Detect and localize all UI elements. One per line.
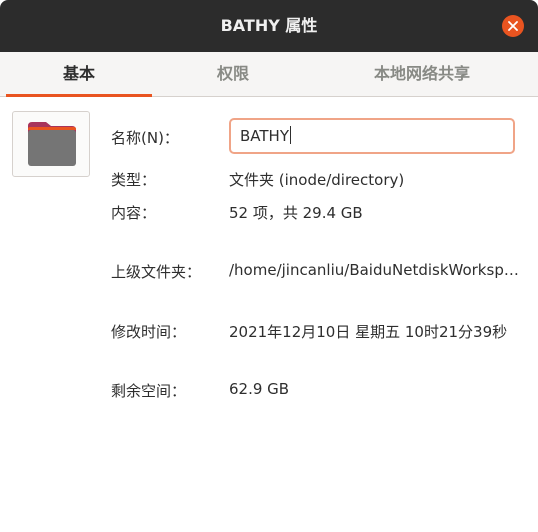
- parent-folder-label: 上级文件夹：: [111, 263, 202, 281]
- modified-label: 修改时间：: [111, 323, 187, 341]
- title-bar[interactable]: BATHY 属性: [0, 0, 538, 52]
- name-field-value: BATHY: [240, 127, 289, 145]
- close-button[interactable]: [502, 15, 524, 37]
- free-space-label: 剩余空间：: [111, 382, 187, 400]
- text-caret: [290, 126, 291, 144]
- tab-basic[interactable]: 基本: [6, 52, 152, 97]
- name-label: 名称(N)：: [111, 129, 179, 147]
- tab-bar: 基本 权限 本地网络共享: [0, 52, 538, 97]
- contents-label: 内容：: [111, 204, 157, 222]
- type-label: 类型：: [111, 171, 157, 189]
- folder-icon: [28, 122, 76, 166]
- properties-window: BATHY 属性 基本 权限 本地网络共享 名称(N)： BATHY 类型： 文…: [0, 0, 538, 532]
- parent-folder-value: /home/jincanliu/BaiduNetdiskWorkspace/…: [229, 261, 521, 279]
- close-icon: [508, 21, 518, 31]
- tab-local-network-share[interactable]: 本地网络共享: [332, 52, 512, 96]
- contents-value: 52 项，共 29.4 GB: [229, 204, 363, 222]
- type-value: 文件夹 (inode/directory): [229, 171, 405, 189]
- free-space-value: 62.9 GB: [229, 380, 290, 398]
- window-title: BATHY 属性: [220, 16, 318, 35]
- tab-permissions[interactable]: 权限: [158, 52, 308, 96]
- name-field[interactable]: BATHY: [229, 118, 515, 154]
- basic-panel: 名称(N)： BATHY 类型： 文件夹 (inode/directory) 内…: [0, 97, 538, 532]
- folder-icon-button[interactable]: [12, 111, 90, 177]
- modified-value: 2021年12月10日 星期五 10时21分39秒: [229, 323, 508, 341]
